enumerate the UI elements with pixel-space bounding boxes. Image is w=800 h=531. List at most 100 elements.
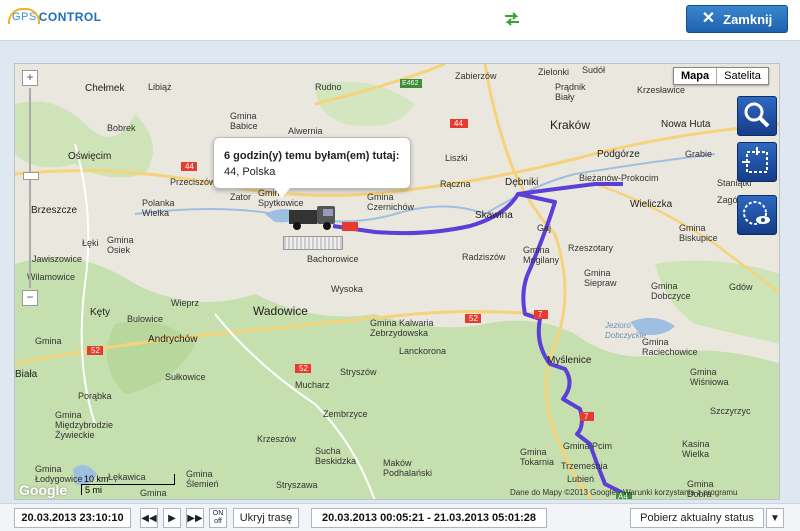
place-label: Stryszów bbox=[340, 367, 377, 377]
road-number: 44 bbox=[185, 162, 194, 171]
place-label: Kęty bbox=[90, 307, 111, 318]
route-map[interactable]: Kraków Wadowice Wieliczka Myślenice Skaw… bbox=[14, 63, 780, 500]
place-label: Wadowice bbox=[253, 304, 308, 318]
place-label: Lanckorona bbox=[399, 346, 447, 356]
map-type-control: Mapa Satelita bbox=[673, 67, 769, 85]
place-label: Maków Podhalański bbox=[383, 458, 433, 478]
place-label: Sułkowice bbox=[165, 372, 206, 382]
zoom-in-button[interactable]: + bbox=[22, 70, 38, 86]
close-button[interactable]: ✕ Zamknij bbox=[686, 5, 788, 33]
license-plate bbox=[283, 236, 343, 250]
search-tool-button[interactable] bbox=[737, 96, 777, 136]
place-label: Gmina Wiśniowa bbox=[690, 367, 729, 387]
place-label: Szczyrzyc bbox=[710, 406, 751, 416]
place-label: Skawina bbox=[475, 210, 513, 221]
location-tooltip: 6 godzin(y) temu byłam(em) tutaj: 44, Po… bbox=[213, 137, 411, 198]
map-attribution[interactable]: Dane do Mapy ©2013 Google - Warunki korz… bbox=[510, 488, 737, 497]
place-label: Jezioro Dobczyckie bbox=[605, 321, 646, 340]
place-label: Gmina Pcim bbox=[563, 441, 613, 451]
place-label: Gmina Osiek bbox=[107, 235, 134, 255]
place-label: Wieliczka bbox=[630, 199, 673, 210]
place-label: Andrychów bbox=[148, 334, 198, 345]
place-label: Przeciszów bbox=[170, 177, 216, 187]
place-label: Libiąż bbox=[148, 82, 172, 92]
map-type-map[interactable]: Mapa bbox=[674, 68, 718, 84]
date-range-field[interactable]: 20.03.2013 00:05:21 - 21.03.2013 05:01:2… bbox=[311, 508, 547, 528]
place-label: Grabie bbox=[685, 149, 713, 159]
play-button[interactable]: ▶ bbox=[163, 508, 181, 528]
place-label: Liszki bbox=[445, 153, 468, 163]
place-label: Alwernia bbox=[288, 126, 323, 136]
eye-area-icon bbox=[743, 201, 770, 225]
place-label: Rączna bbox=[440, 179, 471, 189]
place-label: Prądnik Biały bbox=[555, 82, 586, 102]
swap-arrows-icon[interactable] bbox=[503, 12, 521, 26]
place-label: Krzesławice bbox=[637, 85, 686, 95]
place-label: Chełmek bbox=[85, 83, 125, 94]
onoff-toggle[interactable]: ON off bbox=[209, 508, 227, 528]
place-label: Zator bbox=[230, 192, 252, 202]
tooltip-title: 6 godzin(y) temu byłam(em) tutaj: bbox=[224, 150, 400, 162]
map-type-satellite[interactable]: Satelita bbox=[717, 68, 768, 84]
place-label: Zembrzyce bbox=[323, 409, 368, 419]
google-logo: Google bbox=[19, 482, 68, 498]
place-label: Rzeszotary bbox=[568, 243, 614, 253]
road-number: 52 bbox=[469, 314, 478, 323]
place-label: Podgórze bbox=[597, 149, 640, 160]
place-label: Gmina Czernichów bbox=[367, 192, 415, 212]
place-label: Gmina Babice bbox=[230, 111, 258, 131]
road-number: 44 bbox=[454, 119, 463, 128]
hide-route-button[interactable]: Ukryj trasę bbox=[233, 508, 299, 528]
place-label: Oświęcim bbox=[68, 151, 112, 162]
place-label: Gmina Łodygowice bbox=[35, 464, 83, 484]
road-number: 7 bbox=[584, 412, 589, 421]
place-label: Porąbka bbox=[78, 391, 112, 401]
zoom-track[interactable] bbox=[23, 88, 39, 288]
place-label: Zielonki bbox=[538, 67, 570, 77]
app-header: GPS CONTROL ✕ Zamknij bbox=[0, 0, 800, 41]
place-label: Gmina Biskupice bbox=[679, 223, 718, 243]
place-label: Rudno bbox=[315, 82, 342, 92]
place-label: Sucha Beskidzka bbox=[315, 446, 357, 466]
tooltip-address: 44, Polska bbox=[224, 166, 276, 178]
place-label: Bulowice bbox=[127, 314, 164, 324]
fetch-status-button[interactable]: Pobierz aktualny status bbox=[630, 508, 764, 528]
place-label: Radziszów bbox=[462, 252, 506, 262]
select-area-icon bbox=[742, 147, 768, 173]
fetch-dropdown-button[interactable]: ▼ bbox=[766, 508, 784, 528]
map-scale: 10 km 5 mi bbox=[81, 474, 175, 495]
place-label: Bieżanów-Prokocim bbox=[579, 173, 659, 183]
view-area-button[interactable] bbox=[737, 195, 777, 235]
prev-button[interactable]: ◀◀ bbox=[140, 508, 158, 528]
place-label: Gaj bbox=[537, 223, 552, 233]
place-label: Bachorowice bbox=[307, 254, 359, 264]
place-label: Wysoka bbox=[331, 284, 363, 294]
current-time-field: 20.03.2013 23:10:10 bbox=[14, 508, 131, 528]
place-label: Gmina Siepraw bbox=[584, 268, 617, 288]
road-number: 52 bbox=[91, 346, 100, 355]
zoom-out-button[interactable]: − bbox=[22, 290, 38, 306]
place-label: Bobrek bbox=[107, 123, 136, 133]
place-label: Gmina Dobczyce bbox=[651, 281, 691, 301]
select-area-button[interactable] bbox=[737, 142, 777, 182]
place-label: Trzemeśnia bbox=[561, 461, 608, 471]
place-label: Gmina Międzybrodzie Żywieckie bbox=[55, 410, 114, 440]
place-label: Lubień bbox=[567, 474, 595, 484]
next-button[interactable]: ▶▶ bbox=[186, 508, 204, 528]
zoom-slider-knob[interactable] bbox=[23, 172, 39, 180]
place-label: Myślenice bbox=[547, 355, 592, 366]
truck-icon[interactable] bbox=[287, 202, 341, 232]
zoom-control: + − bbox=[22, 70, 39, 306]
place-label: Kraków bbox=[550, 118, 591, 132]
place-label: Gmina Tokarnia bbox=[520, 447, 555, 467]
place-label: Dębniki bbox=[505, 177, 539, 188]
place-label: Sudół bbox=[582, 65, 606, 75]
place-label: Kasina Wielka bbox=[682, 439, 710, 459]
place-label: Zabierzów bbox=[455, 71, 497, 81]
place-label: Gdów bbox=[729, 282, 753, 292]
place-label: Wieprz bbox=[171, 298, 200, 308]
gps-control-logo: GPS CONTROL bbox=[8, 6, 102, 28]
place-label: Krzeszów bbox=[257, 434, 297, 444]
close-icon: ✕ bbox=[701, 10, 716, 27]
place-label: Gmina Kalwaria Zebrzydowska bbox=[370, 318, 434, 338]
